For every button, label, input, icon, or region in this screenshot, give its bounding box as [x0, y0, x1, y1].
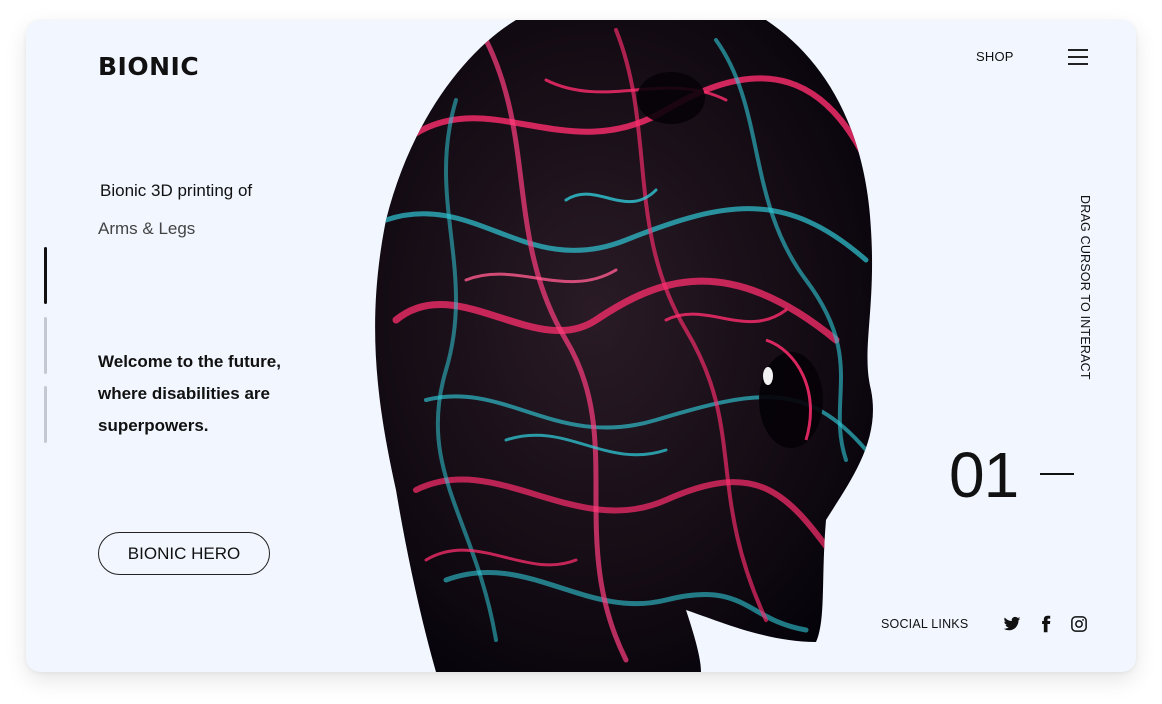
slide-indicator-1[interactable]: [44, 247, 47, 304]
slide-indicator-3[interactable]: [44, 386, 47, 443]
bionic-hero-button[interactable]: BIONIC HERO: [98, 532, 270, 575]
slide-number-dash: [1040, 473, 1074, 475]
facebook-icon[interactable]: [1037, 615, 1055, 633]
hero-subtitle: Bionic 3D printing of: [100, 181, 253, 200]
hero-card: BIONIC SHOP Bionic 3D printing of Arms &…: [26, 20, 1136, 672]
nav-shop-link[interactable]: SHOP: [976, 49, 1014, 64]
twitter-icon[interactable]: [1003, 615, 1021, 633]
hero-subtitle-secondary: Arms & Legs: [98, 219, 196, 238]
slide-indicator-2[interactable]: [44, 317, 47, 374]
instagram-icon[interactable]: [1070, 615, 1088, 633]
brand-logo[interactable]: BIONIC: [98, 52, 199, 81]
drag-interaction-hint: DRAG CURSOR TO INTERACT: [1078, 195, 1092, 380]
social-links-label: SOCIAL LINKS: [881, 617, 969, 631]
slide-number: 01: [949, 439, 1019, 511]
hamburger-menu-icon[interactable]: [1068, 48, 1088, 66]
hero-tagline: Welcome to the future, where disabilitie…: [98, 352, 281, 435]
bionic-head-artwork[interactable]: [366, 20, 876, 672]
